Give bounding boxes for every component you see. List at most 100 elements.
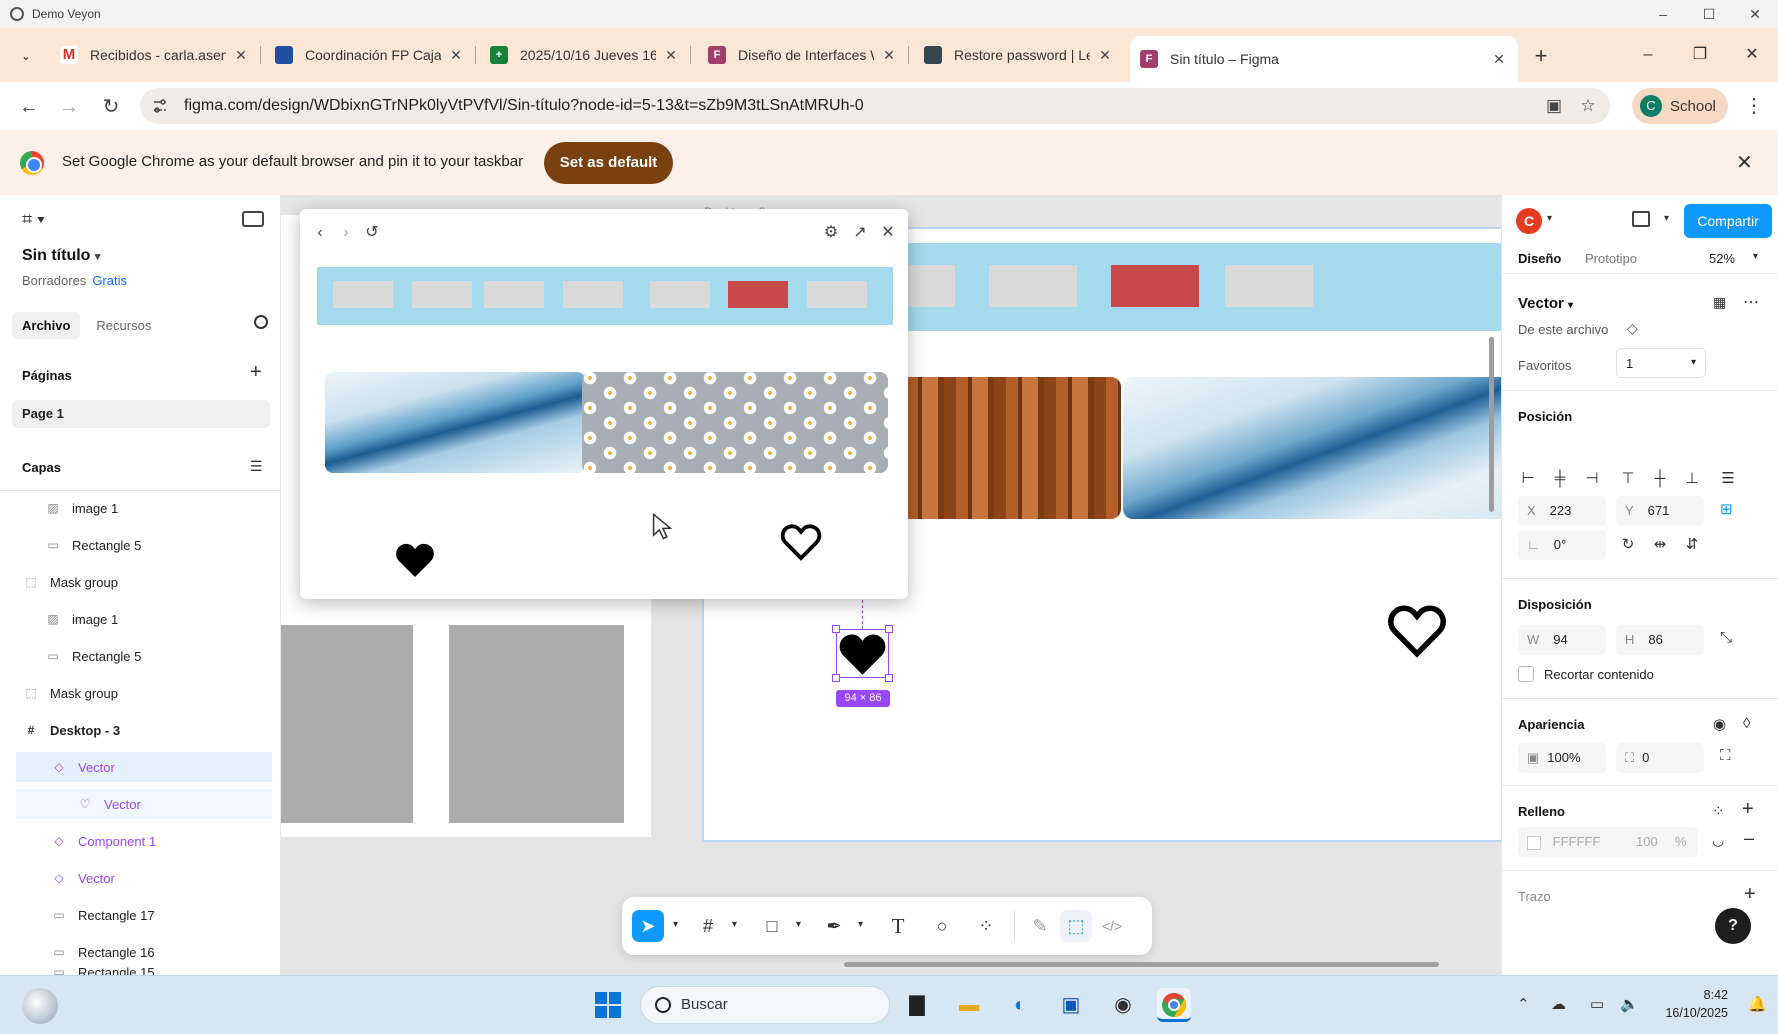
notifications-bell-icon[interactable]: 🔔	[1748, 995, 1767, 1013]
new-tab-button[interactable]: +	[1527, 42, 1555, 70]
volume-icon[interactable]: 🔈	[1620, 995, 1639, 1013]
chevron-down-icon[interactable]: ▾	[858, 919, 863, 930]
present-icon[interactable]	[1632, 211, 1650, 227]
layer-desktop-3[interactable]: # Desktop - 3	[16, 715, 272, 745]
weather-widget-icon[interactable]	[22, 988, 58, 1024]
os-maximize-button[interactable]: ☐	[1686, 0, 1732, 28]
preview-back-icon[interactable]: ‹	[310, 223, 330, 243]
share-button[interactable]: Compartir	[1684, 204, 1772, 238]
layer-rectangle-5[interactable]: ▭ Rectangle 5	[16, 530, 272, 560]
tab-close-icon[interactable]: ✕	[662, 47, 680, 64]
actions-tool-icon[interactable]: ⁘	[970, 910, 1002, 942]
blend-mode-icon[interactable]: ◊	[1743, 715, 1750, 732]
chrome-menu-icon[interactable]: ⋮	[1742, 92, 1766, 120]
layer-mask-group[interactable]: ⬚ Mask group	[16, 567, 272, 597]
shape-tool-icon[interactable]: □	[756, 910, 788, 942]
banner-close-icon[interactable]: ✕	[1736, 150, 1753, 175]
user-avatar[interactable]: C	[1516, 208, 1542, 234]
rectangle-block[interactable]	[449, 625, 624, 823]
layer-image-1[interactable]: ▨ image 1	[16, 604, 272, 634]
align-top-icon[interactable]: ⊤	[1618, 469, 1638, 489]
network-icon[interactable]: ▭	[1590, 995, 1604, 1013]
radius-input[interactable]: ⛶ 0	[1616, 743, 1704, 773]
edge-icon[interactable]: ◐	[1003, 988, 1037, 1022]
resize-mode-icon[interactable]: ⤡	[1720, 629, 1732, 646]
drafts-link[interactable]: Borradores	[22, 273, 86, 288]
flip-vertical-icon[interactable]: ⇵	[1682, 535, 1702, 555]
clip-content-checkbox[interactable]	[1518, 666, 1534, 682]
preview-settings-icon[interactable]: ⚙	[821, 223, 841, 243]
tab-close-icon[interactable]: ✕	[447, 47, 465, 64]
layer-vector-selected[interactable]: ◇ Vector	[16, 752, 272, 782]
heart-outline-icon[interactable]	[1387, 602, 1447, 658]
tab-archivo[interactable]: Archivo	[12, 311, 81, 339]
bookmark-star-icon[interactable]: ☆	[1576, 94, 1600, 118]
zoom-level[interactable]: 52%	[1709, 251, 1735, 266]
preview-nav-active-box[interactable]	[728, 281, 788, 308]
preview-heart-filled-icon[interactable]	[394, 540, 436, 579]
tab-search-button[interactable]: ⌄	[12, 42, 40, 70]
constraints-icon[interactable]: ⊞	[1720, 500, 1733, 518]
chrome-taskbar-icon[interactable]	[1157, 988, 1191, 1022]
set-default-button[interactable]: Set as default	[544, 142, 673, 184]
draw-mode-icon[interactable]: ✎	[1024, 910, 1056, 942]
pen-tool-icon[interactable]: ✒	[818, 910, 850, 942]
cloud-offline-icon[interactable]: ☁	[1551, 995, 1566, 1013]
tab-restore-password[interactable]: Restore password | Learnin ✕	[914, 38, 1124, 72]
show-hidden-icons-icon[interactable]: ⌃	[1517, 995, 1530, 1013]
tab-recursos[interactable]: Recursos	[86, 312, 161, 339]
nav-item-box[interactable]	[1225, 265, 1313, 307]
site-settings-icon[interactable]	[152, 98, 168, 114]
layers-filter-icon[interactable]: ☰	[250, 458, 263, 475]
x-input[interactable]: X 223	[1518, 496, 1606, 526]
tab-design[interactable]: Diseño	[1518, 251, 1561, 266]
rotate-icon[interactable]: ↻	[1618, 535, 1638, 555]
wood-image[interactable]	[894, 377, 1121, 519]
opacity-input[interactable]: ▣ 100%	[1518, 743, 1606, 773]
align-left-icon[interactable]: ⊢	[1518, 469, 1538, 489]
independent-corners-icon[interactable]: ⛶	[1720, 747, 1731, 764]
frame-tool-icon[interactable]: #	[692, 910, 724, 942]
task-view-icon[interactable]: ▇	[900, 988, 934, 1022]
visibility-eye-icon[interactable]: ◉	[1713, 715, 1726, 733]
taskbar-clock[interactable]: 8:42 16/10/2025	[1654, 986, 1728, 1022]
favorites-select[interactable]: 1 ▾	[1616, 348, 1706, 378]
align-bottom-icon[interactable]: ⊥	[1682, 469, 1702, 489]
align-center-v-icon[interactable]: ┼	[1650, 469, 1670, 489]
preview-restart-icon[interactable]: ↺	[362, 223, 382, 243]
layer-rectangle-17[interactable]: ▭ Rectangle 17	[16, 900, 272, 930]
height-input[interactable]: H 86	[1616, 625, 1704, 655]
preview-heart-outline-icon[interactable]	[780, 522, 822, 561]
preview-nav-box[interactable]	[563, 281, 623, 308]
preview-forward-icon[interactable]: ›	[336, 223, 356, 243]
width-input[interactable]: W 94	[1518, 625, 1606, 655]
blue-wave-image[interactable]	[1123, 377, 1501, 519]
tab-close-icon[interactable]: ✕	[232, 47, 250, 64]
chrome-close-button[interactable]: ✕	[1726, 38, 1778, 72]
layer-component-1[interactable]: ◇ Component 1	[16, 826, 272, 856]
chevron-down-icon[interactable]: ▾	[673, 919, 678, 930]
forward-button[interactable]: →	[54, 92, 84, 122]
preview-nav-box[interactable]	[650, 281, 710, 308]
figma-main-menu-icon[interactable]: ⌗ ▾	[22, 209, 45, 230]
nav-item-box[interactable]	[989, 265, 1077, 307]
fill-swatch[interactable]	[1527, 835, 1541, 850]
align-center-h-icon[interactable]: ╪	[1550, 469, 1570, 489]
rotation-input[interactable]: ∟ 0°	[1518, 530, 1606, 560]
distribute-icon[interactable]: ☰	[1718, 469, 1738, 489]
remove-fill-icon[interactable]: –	[1744, 828, 1754, 849]
address-bar[interactable]: figma.com/design/WDbixnGTrNPk0lyVtPVfVl/…	[140, 88, 1610, 124]
flip-horizontal-icon[interactable]: ⇹	[1650, 535, 1670, 555]
preview-open-external-icon[interactable]: ↗	[850, 223, 870, 243]
profile-button[interactable]: C School	[1632, 88, 1728, 124]
resize-handle[interactable]	[832, 674, 840, 682]
fill-input[interactable]: FFFFFF 100 %	[1518, 827, 1698, 857]
selection-type[interactable]: Vector ▾	[1518, 295, 1573, 312]
design-mode-icon[interactable]: ⬚	[1060, 910, 1092, 942]
more-options-icon[interactable]: ⋯	[1743, 292, 1759, 312]
layer-vector[interactable]: ◇ Vector	[16, 863, 272, 893]
nav-item-active-box[interactable]	[1111, 265, 1199, 307]
preview-nav-box[interactable]	[484, 281, 544, 308]
dev-mode-icon[interactable]: </>	[1096, 910, 1128, 942]
align-right-icon[interactable]: ⊣	[1582, 469, 1602, 489]
